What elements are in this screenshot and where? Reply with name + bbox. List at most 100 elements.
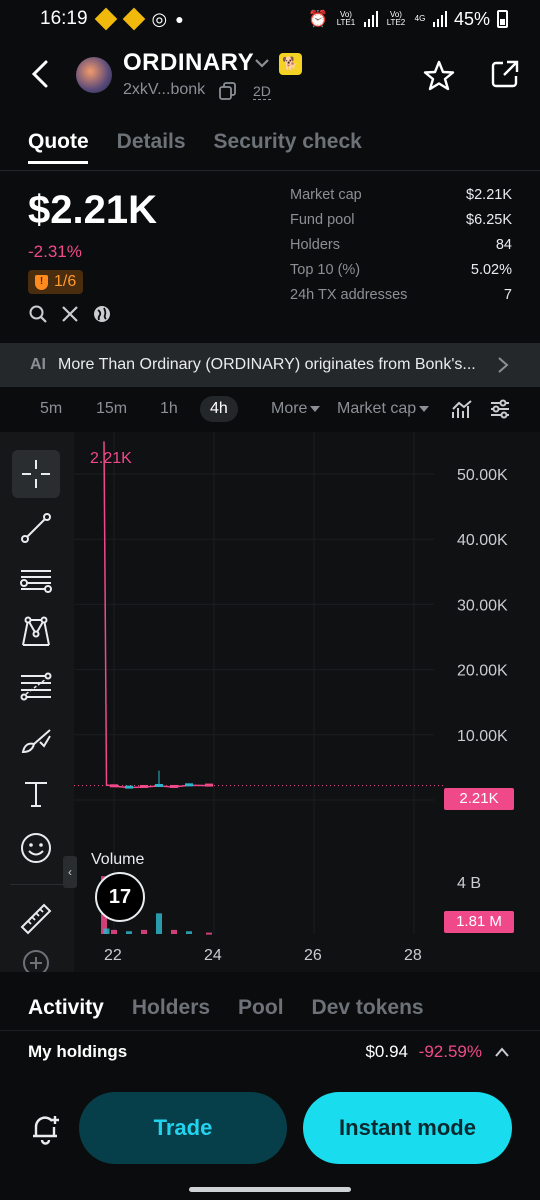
token-name[interactable]: ORDINARY xyxy=(123,49,254,77)
ai-summary-bar[interactable]: AI More Than Ordinary (ORDINARY) origina… xyxy=(0,343,540,387)
tab-underline xyxy=(28,161,88,164)
home-indicator[interactable] xyxy=(189,1187,351,1192)
volume-axis-label: 4 B xyxy=(457,875,481,892)
more-label: More xyxy=(271,400,308,417)
interval-4h[interactable]: 4h xyxy=(200,396,238,422)
social-links xyxy=(28,304,112,324)
volume-bar xyxy=(171,929,177,934)
trend-line-tool[interactable] xyxy=(12,504,60,552)
y-tick-label: 40.00K xyxy=(457,532,508,549)
notification-dot-icon: ● xyxy=(175,11,184,27)
y-tick-label: 50.00K xyxy=(457,467,508,484)
volume-bar xyxy=(206,932,212,935)
x-twitter-icon[interactable] xyxy=(60,304,80,324)
tab-dev-tokens[interactable]: Dev tokens xyxy=(312,996,424,1020)
battery-level: 45% xyxy=(453,8,490,29)
status-time: 16:19 xyxy=(40,8,88,29)
y-tick-label: 30.00K xyxy=(457,597,508,614)
globe-icon[interactable] xyxy=(92,304,112,324)
interval-selector: 5m 15m 1h 4h More Market cap xyxy=(0,396,540,422)
action-bar: Trade Instant mode xyxy=(0,1076,540,1200)
volume-bar xyxy=(156,913,162,934)
smiley-icon xyxy=(21,833,51,863)
interval-1h[interactable]: 1h xyxy=(160,396,178,422)
chevron-up-icon[interactable] xyxy=(494,1046,510,1058)
volume-bar xyxy=(186,931,192,934)
tab-activity[interactable]: Activity xyxy=(28,996,104,1020)
activity-tabs: Activity Holders Pool Dev tokens xyxy=(28,996,424,1020)
holdings-label: My holdings xyxy=(28,1042,128,1061)
fib-tool[interactable] xyxy=(12,662,60,710)
add-alert-bell-icon[interactable] xyxy=(30,1112,62,1146)
text-tool[interactable] xyxy=(12,770,60,818)
stat-row-24h-tx: 24h TX addresses 7 xyxy=(290,287,512,303)
tab-details[interactable]: Details xyxy=(117,130,186,154)
token-price: $2.21K xyxy=(28,188,157,232)
stat-row-holders: Holders 84 xyxy=(290,237,512,253)
price-candle xyxy=(125,785,133,789)
stat-row-fund-pool: Fund pool $6.25K xyxy=(290,212,512,228)
tab-pool[interactable]: Pool xyxy=(238,996,284,1020)
chevron-right-icon xyxy=(498,357,509,373)
price-change: -2.31% xyxy=(28,242,82,261)
horizontal-lines-tool[interactable] xyxy=(12,556,60,604)
token-address: 2xkV...bonk xyxy=(123,81,206,98)
trade-button[interactable]: Trade xyxy=(79,1092,287,1164)
token-stats: Market cap $2.21K Fund pool $6.25K Holders… xyxy=(290,187,512,312)
pattern-icon xyxy=(22,616,50,646)
ruler-tool[interactable] xyxy=(12,895,60,943)
price-candle xyxy=(110,784,118,788)
zoom-icon xyxy=(23,950,49,972)
chevron-down-icon[interactable] xyxy=(254,57,270,69)
volume-label: Volume xyxy=(91,851,144,868)
battery-icon xyxy=(497,10,508,28)
tab-quote[interactable]: Quote xyxy=(28,130,89,154)
volume-bar xyxy=(111,929,117,934)
tab-holders[interactable]: Holders xyxy=(132,996,210,1020)
ai-icon: AI xyxy=(30,356,46,373)
x-tick-label: 22 xyxy=(104,947,122,964)
interval-15m[interactable]: 15m xyxy=(96,396,127,422)
binance-icon xyxy=(122,7,145,31)
emoji-tool[interactable] xyxy=(12,824,60,872)
shield-icon: ! xyxy=(35,274,48,290)
my-holdings-row[interactable]: My holdings $0.94 -92.59% xyxy=(28,1042,512,1066)
holdings-value: $0.94 xyxy=(365,1042,408,1061)
tabs-divider xyxy=(0,170,540,171)
x-tick-label: 24 xyxy=(204,947,222,964)
metric-dropdown[interactable]: Market cap xyxy=(337,396,430,422)
risk-badge[interactable]: ! 1/6 xyxy=(28,270,84,294)
settings-sliders-icon[interactable] xyxy=(489,398,511,420)
brush-tool[interactable] xyxy=(12,716,60,764)
fibonacci-icon xyxy=(20,672,52,701)
star-icon[interactable] xyxy=(422,59,456,93)
volume-bar xyxy=(126,931,132,934)
search-icon[interactable] xyxy=(28,304,48,324)
more-intervals-dropdown[interactable]: More xyxy=(271,396,321,422)
interval-5m[interactable]: 5m xyxy=(40,396,62,422)
share-icon[interactable] xyxy=(490,59,520,89)
crosshair-tool[interactable] xyxy=(12,450,60,498)
y-tick-label: 10.00K xyxy=(457,728,508,745)
price-candle xyxy=(185,783,193,787)
token-age: 2D xyxy=(253,83,271,100)
horizontal-lines-icon xyxy=(20,570,52,593)
drawing-toolbar xyxy=(0,432,74,972)
chart-area[interactable]: ‹ 50.00K40.00K30.00K20.00K10.00K0.002224… xyxy=(0,432,540,972)
binance-icon xyxy=(94,7,117,31)
back-arrow-icon[interactable] xyxy=(28,59,54,89)
toolbar-divider xyxy=(10,884,64,885)
caret-down-icon xyxy=(310,405,321,412)
volume-value-tag: 1.81 M xyxy=(444,911,514,933)
pattern-tool[interactable] xyxy=(12,608,60,656)
tab-security-check[interactable]: Security check xyxy=(214,130,362,154)
zoom-tool[interactable] xyxy=(12,950,60,972)
indicator-chart-icon[interactable] xyxy=(451,398,473,420)
alarm-icon: ⏰ xyxy=(308,11,328,28)
network-label: 4G xyxy=(414,14,426,23)
signal2-icon xyxy=(432,11,447,27)
instant-mode-button[interactable]: Instant mode xyxy=(303,1092,512,1164)
copy-icon[interactable] xyxy=(219,82,237,100)
crosshair-icon xyxy=(22,460,50,488)
y-tick-label: 20.00K xyxy=(457,663,508,680)
